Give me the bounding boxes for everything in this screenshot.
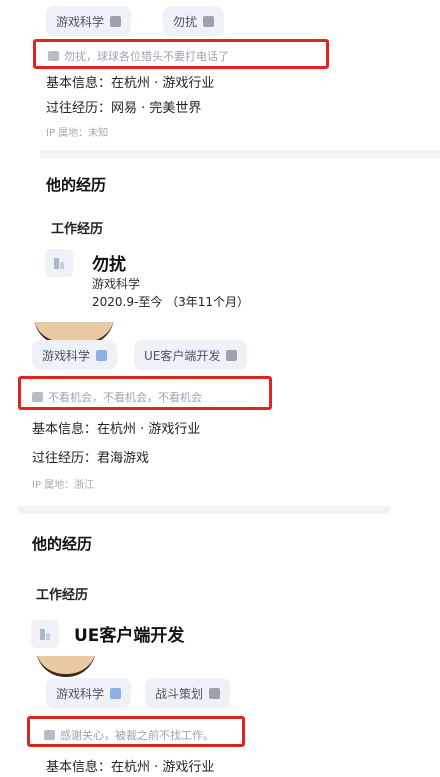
badge-icon [203, 15, 215, 27]
past-experience: 过往经历：网易 · 完美世界 [46, 101, 202, 116]
edit-icon [96, 349, 108, 361]
work-experience-header: 工作经历 [51, 222, 104, 237]
section-divider [40, 150, 440, 158]
tag-label: 战斗策划 [155, 686, 204, 701]
tag-label: 游戏科学 [42, 348, 91, 363]
profile-card-3: 游戏科学 战斗策划 感谢关心，被裁之前不找工作。 基本信息：在杭州 · 游戏行业 [0, 656, 440, 777]
ip-location: IP 属地：浙江 [32, 480, 95, 491]
badge-icon [226, 349, 238, 361]
section-title: 他的经历 [32, 535, 93, 553]
profile-card-2: 游戏科学 UE客户端开发 不看机会，不看机会，不看机会 基本信息：在杭州 · 游… [18, 322, 390, 652]
basic-info: 基本信息：在杭州 · 游戏行业 [46, 760, 215, 775]
profile-card-1: 游戏科学 勿扰 勿扰，球球各位猎头不要打电话了 基本信息：在杭州 · 游戏行业 … [0, 0, 440, 320]
job-period: 2020.9-至今 （3年11个月） [92, 295, 250, 309]
company-building-icon [45, 249, 73, 277]
tag-chip-company[interactable]: 游戏科学 [46, 678, 132, 708]
basic-info: 基本信息：在杭州 · 游戏行业 [46, 76, 215, 91]
badge-icon [110, 15, 122, 27]
work-experience-header: 工作经历 [36, 588, 89, 603]
past-experience: 过往经历：君海游戏 [32, 451, 150, 466]
tag-chip-status[interactable]: 勿扰 [163, 6, 225, 36]
tag-chip-company[interactable]: 游戏科学 [46, 6, 132, 36]
highlight-box [18, 376, 272, 410]
basic-info: 基本信息：在杭州 · 游戏行业 [32, 422, 201, 437]
badge-icon [209, 687, 221, 699]
ip-location: IP 属地：未知 [46, 128, 109, 139]
tag-chip-company[interactable]: 游戏科学 [32, 340, 118, 370]
tag-label: 游戏科学 [56, 686, 105, 701]
section-title: 他的经历 [46, 176, 107, 194]
tag-chip-role[interactable]: UE客户端开发 [134, 340, 248, 370]
company-name: 游戏科学 [92, 277, 141, 291]
tag-label: 勿扰 [173, 14, 198, 29]
job-title[interactable]: 勿扰 [92, 250, 126, 275]
highlight-box [33, 39, 329, 69]
section-divider [18, 506, 390, 514]
tag-label: UE客户端开发 [144, 348, 221, 363]
company-building-icon [31, 620, 59, 648]
edit-icon [110, 687, 122, 699]
highlight-box [27, 716, 245, 747]
job-title[interactable]: UE客户端开发 [74, 621, 184, 646]
tag-chip-role[interactable]: 战斗策划 [145, 678, 231, 708]
avatar[interactable] [36, 656, 96, 677]
tag-label: 游戏科学 [56, 14, 105, 29]
